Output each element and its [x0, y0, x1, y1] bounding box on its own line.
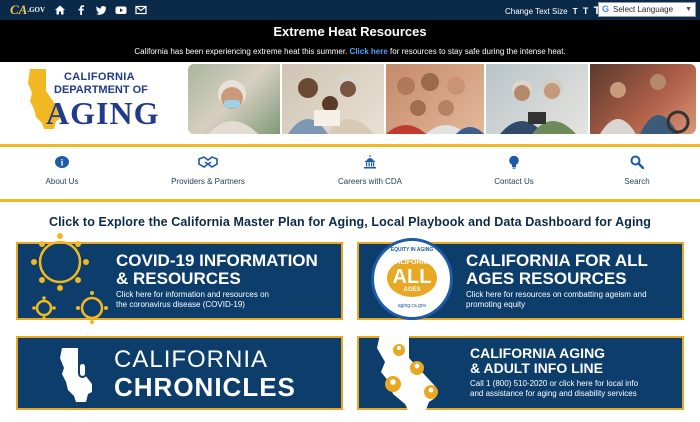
covid-title-line-1: COVID-19 INFORMATION	[116, 251, 318, 270]
logo-text: CA	[10, 2, 28, 17]
chronicles-line-2: CHRONICLES	[114, 372, 296, 402]
logo-line-3: AGING	[46, 95, 160, 131]
nav-label: Careers with CDA	[337, 177, 402, 186]
badge-sub: AGES	[403, 287, 421, 293]
nav-item-careers[interactable]: Careers with CDA	[320, 147, 420, 197]
logo-line-1: CALIFORNIA	[64, 71, 135, 83]
nav-item-search[interactable]: Search	[602, 147, 672, 197]
cda-logo[interactable]: CALIFORNIA DEPARTMENT OF AGING	[26, 67, 176, 133]
text-size-small[interactable]: T	[573, 7, 578, 16]
info-line-title-line-2: & ADULT INFO LINE	[470, 360, 603, 376]
info-line-desc-line-1: Call 1 (800) 510-2020 or click here for …	[470, 379, 639, 388]
photo-family	[386, 64, 484, 134]
covid-description: Click here for information and resources…	[116, 290, 269, 310]
alert-link[interactable]: Click here	[350, 47, 388, 56]
text-size-control: Change Text Size T T T	[505, 5, 600, 17]
ca-for-all-ages-card[interactable]: EQUITY IN AGING CALIFORNIA ALL AGES agin…	[357, 238, 684, 320]
twitter-icon[interactable]	[95, 4, 107, 16]
chevron-down-icon: ▼	[685, 6, 692, 13]
photo-seniors-tablet	[486, 64, 588, 134]
alert-title: Extreme Heat Resources	[273, 24, 427, 39]
youtube-icon[interactable]	[115, 4, 127, 16]
covid-title: COVID-19 INFORMATION & RESOURCES	[116, 252, 318, 288]
google-icon: G	[602, 4, 610, 14]
info-line-title-line-1: CALIFORNIA AGING	[470, 345, 606, 361]
microphone-california-icon	[60, 348, 92, 402]
alert-banner: Extreme Heat Resources California has be…	[0, 20, 700, 62]
nav-item-providers[interactable]: Providers & Partners	[158, 147, 258, 197]
nav-item-about-us[interactable]: i About Us	[20, 147, 104, 197]
photo-caregiver	[590, 64, 696, 134]
text-size-label: Change Text Size	[505, 7, 568, 16]
all-ages-badge: EQUITY IN AGING CALIFORNIA ALL AGES agin…	[371, 238, 453, 320]
explore-heading[interactable]: Click to Explore the California Master P…	[0, 215, 700, 229]
language-label: Select Language	[613, 5, 674, 14]
facebook-icon[interactable]	[75, 4, 87, 16]
virus-icon	[31, 233, 108, 324]
handshake-icon	[198, 156, 218, 168]
lightbulb-icon	[509, 155, 519, 169]
photo-woman-mask	[188, 64, 280, 134]
all-ages-desc-line-2: promoting equity	[466, 300, 526, 309]
badge-url: aging.ca.gov	[397, 303, 427, 309]
covid-resources-card[interactable]: COVID-19 INFORMATION & RESOURCES Click h…	[16, 233, 343, 324]
main-nav: i About Us Providers & Partners Careers …	[0, 147, 700, 197]
nav-label: Search	[624, 177, 650, 186]
language-select[interactable]: G Select Language ▼	[598, 2, 696, 17]
badge-top: EQUITY IN AGING	[390, 247, 434, 253]
aging-info-line-card[interactable]: CALIFORNIA AGING & ADULT INFO LINE Call …	[357, 330, 684, 412]
info-line-desc-line-2: and assistance for aging and disability …	[470, 389, 637, 398]
home-icon[interactable]	[54, 4, 66, 16]
all-ages-title-line-1: CALIFORNIA FOR ALL	[466, 251, 648, 270]
all-ages-desc-line-1: Click here for resources on combatting a…	[466, 290, 647, 299]
ca-gov-logo[interactable]: CA.GOV	[10, 1, 46, 19]
info-icon: i	[55, 156, 69, 168]
info-line-title: CALIFORNIA AGING & ADULT INFO LINE	[470, 346, 605, 376]
text-size-medium[interactable]: T	[583, 6, 589, 16]
badge-big: ALL	[392, 266, 432, 288]
all-ages-title: CALIFORNIA FOR ALL AGES RESOURCES	[466, 252, 648, 288]
california-chronicles-card[interactable]: CALIFORNIA CHRONICLES	[16, 336, 343, 410]
photo-grandparents	[282, 64, 384, 134]
logo-sub: .GOV	[27, 6, 46, 14]
info-line-description: Call 1 (800) 510-2020 or click here for …	[470, 379, 638, 399]
alert-text-before: California has been experiencing extreme…	[134, 47, 348, 56]
nav-label: Providers & Partners	[171, 177, 245, 186]
chronicles-line-1: CALIFORNIA	[114, 346, 269, 373]
top-bar: CA.GOV Change Text Size T T T G Select L…	[0, 0, 700, 20]
nav-item-contact-us[interactable]: Contact Us	[472, 147, 556, 197]
all-ages-description: Click here for resources on combatting a…	[466, 290, 647, 310]
nav-label: Contact Us	[494, 177, 534, 186]
alert-message: California has been experiencing extreme…	[0, 47, 700, 56]
california-people-map-icon	[377, 330, 438, 412]
capitol-icon	[364, 155, 376, 169]
header-photo-collage	[188, 64, 696, 134]
covid-title-line-2: & RESOURCES	[116, 269, 241, 288]
nav-divider	[0, 199, 700, 202]
all-ages-title-line-2: AGES RESOURCES	[466, 269, 627, 288]
nav-label: About Us	[45, 177, 79, 186]
search-icon	[630, 155, 644, 169]
covid-desc-line-2: the coronavirus disease (COVID-19)	[116, 300, 245, 309]
email-icon[interactable]	[135, 4, 147, 16]
alert-text-after: for resources to stay safe during the in…	[390, 47, 566, 56]
badge-mid: CALIFORNIA	[390, 259, 434, 266]
covid-desc-line-1: Click here for information and resources…	[116, 290, 269, 299]
